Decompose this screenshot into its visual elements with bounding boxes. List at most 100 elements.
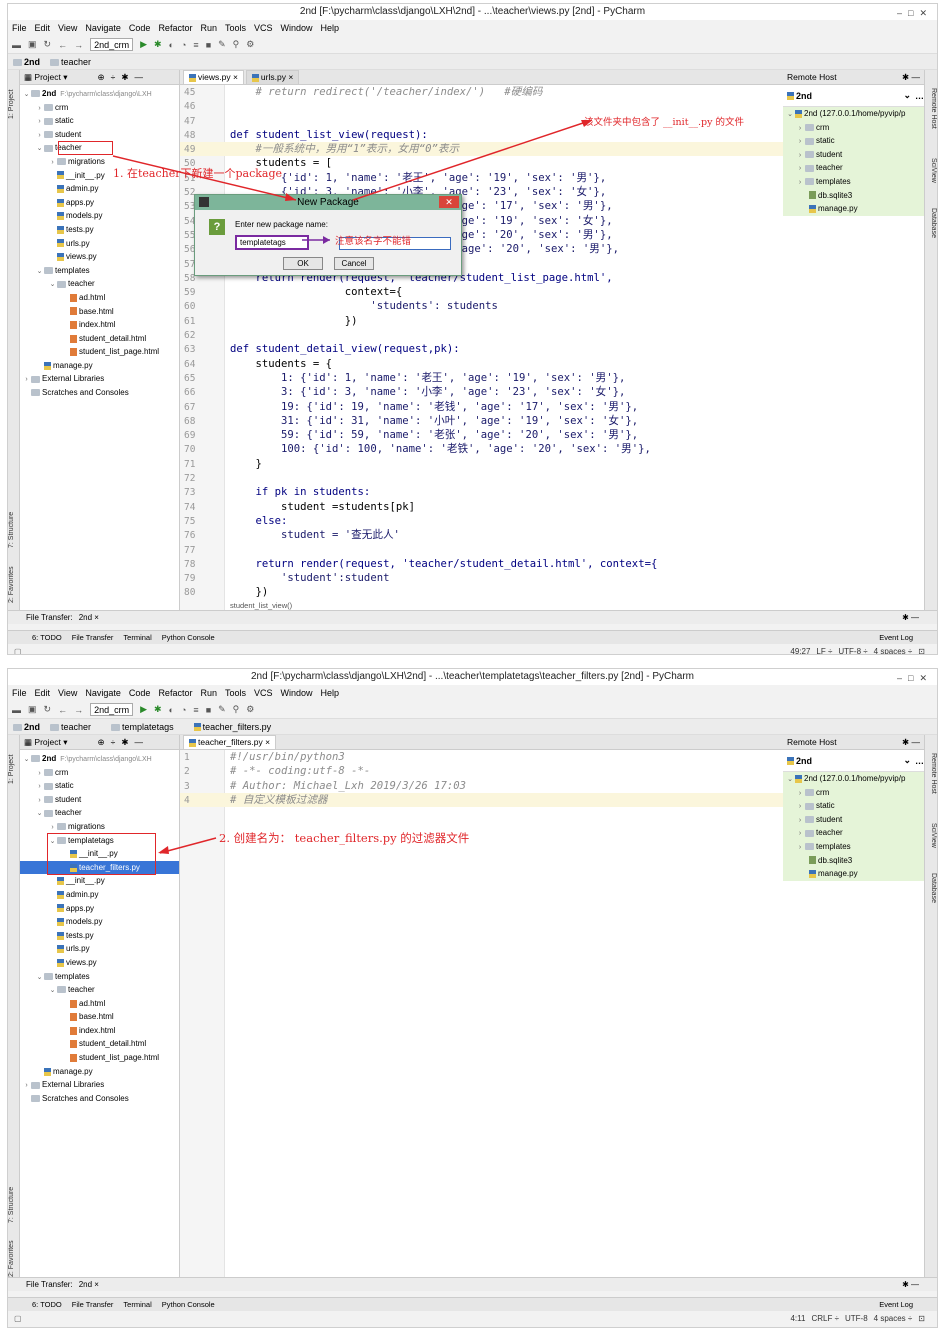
code-line[interactable]: 3 # Author: Michael_Lxh 2019/3/26 17:03 <box>180 779 791 793</box>
expand-arrow-icon[interactable]: › <box>795 800 805 814</box>
gear-icon[interactable]: ✱ <box>121 737 128 748</box>
code-lines[interactable]: 45 # return redirect('/teacher/index/') … <box>180 85 791 600</box>
locate-icon[interactable]: ⊕ <box>98 737 105 748</box>
menu-navigate[interactable]: Navigate <box>85 23 121 33</box>
event-log-tab[interactable]: Event Log <box>879 1300 913 1309</box>
file-transfer-gear-icon[interactable]: ✱ — <box>902 1280 919 1289</box>
nav-crumb-project[interactable]: 2nd <box>13 722 40 732</box>
code-line[interactable]: 73 if pk in students: <box>180 485 791 499</box>
project-view-select[interactable]: ▦ Project ▾ <box>24 737 68 748</box>
todo-tab[interactable]: 6: TODO <box>32 1300 62 1309</box>
tree-item[interactable]: admin.py <box>20 888 179 902</box>
favorites-tool-tab[interactable]: 2: Favorites <box>8 560 20 610</box>
line-separator[interactable]: LF ÷ <box>816 647 832 655</box>
code-line[interactable]: 80 }) <box>180 585 791 599</box>
file-transfer-tab[interactable]: 2nd × <box>79 1280 99 1289</box>
tree-item[interactable]: tests.py <box>20 929 179 943</box>
remote-tree-item[interactable]: › student <box>783 813 924 827</box>
tree-item[interactable]: › static <box>20 779 179 793</box>
expand-arrow-icon[interactable]: ⌄ <box>35 265 44 279</box>
expand-arrow-icon[interactable]: › <box>35 102 44 116</box>
search-icon[interactable]: ⚲ <box>233 704 240 715</box>
file-encoding[interactable]: UTF-8 ÷ <box>838 647 867 655</box>
file-transfer-tab[interactable]: 2nd × <box>79 613 99 622</box>
nav-crumb-file[interactable]: teacher_filters.py <box>193 722 282 732</box>
tree-item[interactable]: index.html <box>20 1024 179 1038</box>
gear-icon[interactable]: ✱ <box>121 72 128 83</box>
expand-arrow-icon[interactable]: › <box>35 767 44 781</box>
lock-icon[interactable]: ⊡ <box>918 1314 925 1323</box>
tree-item[interactable]: ⌄ teacher <box>20 277 179 291</box>
concurrency-icon[interactable]: ≡ <box>193 705 198 715</box>
status-bar-toggle-icon[interactable]: ▢ <box>14 1314 22 1323</box>
code-line[interactable]: 67 19: {'id': 19, 'name': '老钱', 'age': '… <box>180 400 791 414</box>
settings-wrench-icon[interactable]: ✎ <box>218 39 226 50</box>
sciview-tool-tab[interactable]: SciView <box>924 815 937 855</box>
settings-wrench-icon[interactable]: ✎ <box>218 704 226 715</box>
run-icon[interactable]: ▶ <box>140 704 147 715</box>
more-icon[interactable]: … <box>915 91 924 101</box>
expand-arrow-icon[interactable]: ⌄ <box>785 773 795 787</box>
code-line[interactable]: 66 3: {'id': 3, 'name': '小李', 'age': '23… <box>180 385 791 399</box>
hide-icon[interactable]: — <box>134 72 143 82</box>
tree-item[interactable]: urls.py <box>20 237 179 251</box>
save-icon[interactable]: ▣ <box>28 704 37 715</box>
caret-position[interactable]: 49:27 <box>790 647 810 655</box>
code-line[interactable]: 46 <box>180 99 791 113</box>
python-console-tab[interactable]: Python Console <box>162 633 215 642</box>
expand-arrow-icon[interactable]: ⌄ <box>48 984 57 998</box>
locate-icon[interactable]: ⊕ <box>98 72 105 83</box>
menu-view[interactable]: View <box>58 688 77 698</box>
more-icon[interactable]: … <box>915 756 924 766</box>
file-encoding[interactable]: UTF-8 <box>845 1314 868 1323</box>
remote-tree-item[interactable]: › crm <box>783 786 924 800</box>
python-console-tab[interactable]: Python Console <box>162 1300 215 1309</box>
tree-item[interactable]: Scratches and Consoles <box>20 386 179 400</box>
tab-urls-py[interactable]: urls.py × <box>245 70 300 84</box>
expand-arrow-icon[interactable]: ⌄ <box>35 807 44 821</box>
tree-item[interactable]: apps.py <box>20 196 179 210</box>
open-folder-icon[interactable]: ▬ <box>12 40 21 50</box>
code-line[interactable]: 75 else: <box>180 514 791 528</box>
expand-arrow-icon[interactable]: ⌄ <box>35 142 44 156</box>
expand-arrow-icon[interactable]: › <box>795 122 805 136</box>
open-folder-icon[interactable]: ▬ <box>12 705 21 715</box>
remote-tree-item[interactable]: ⌄ 2nd (127.0.0.1/home/pyvip/p <box>783 772 924 786</box>
indent-setting[interactable]: 4 spaces ÷ <box>874 1314 913 1323</box>
expand-arrow-icon[interactable]: › <box>795 176 805 190</box>
save-icon[interactable]: ▣ <box>28 39 37 50</box>
package-name-input[interactable]: templatetags <box>235 235 309 250</box>
project-tool-tab[interactable]: 1: Project <box>8 74 20 134</box>
menu-tools[interactable]: Tools <box>225 688 246 698</box>
tree-item[interactable]: __init__.py <box>20 874 179 888</box>
code-line[interactable]: 4 # 自定义模板过滤器 <box>180 792 791 808</box>
remote-host-tool-tab[interactable]: Remote Host <box>924 743 937 803</box>
code-line[interactable]: 61 }) <box>180 314 791 328</box>
tree-item[interactable]: ⌄ 2nd F:\pycharm\class\django\LXH <box>20 87 179 101</box>
expand-arrow-icon[interactable]: › <box>795 149 805 163</box>
profile-icon[interactable]: ◔ <box>181 705 186 715</box>
todo-tab[interactable]: 6: TODO <box>32 633 62 642</box>
stop-icon[interactable]: ■ <box>206 40 211 50</box>
remote-tree-item[interactable]: › templates <box>783 175 924 189</box>
tree-item[interactable]: › static <box>20 114 179 128</box>
tree-item[interactable]: student_list_page.html <box>20 345 179 359</box>
tree-item[interactable]: admin.py <box>20 182 179 196</box>
nav-crumb-teacher[interactable]: teacher <box>50 722 101 732</box>
menu-vcs[interactable]: VCS <box>254 23 273 33</box>
project-tool-tab[interactable]: 1: Project <box>8 739 20 799</box>
expand-arrow-icon[interactable]: › <box>795 841 805 855</box>
tree-item[interactable]: › External Libraries <box>20 372 179 386</box>
dialog-close-button[interactable]: ✕ <box>439 196 459 208</box>
favorites-tool-tab[interactable]: 2: Favorites <box>8 1235 20 1283</box>
cancel-button[interactable]: Cancel <box>334 257 374 270</box>
remote-tree-item[interactable]: › crm <box>783 121 924 135</box>
back-icon[interactable]: ← <box>58 40 67 50</box>
code-line[interactable]: 2 # -*- coding:utf-8 -*- <box>180 764 791 778</box>
tree-item[interactable]: ⌄ teacher <box>20 806 179 820</box>
code-line[interactable]: 62 <box>180 328 791 342</box>
remote-tree-item[interactable]: manage.py <box>783 202 924 216</box>
tree-item[interactable]: student_detail.html <box>20 1037 179 1051</box>
menu-code[interactable]: Code <box>129 688 151 698</box>
tree-item[interactable]: student_detail.html <box>20 332 179 346</box>
